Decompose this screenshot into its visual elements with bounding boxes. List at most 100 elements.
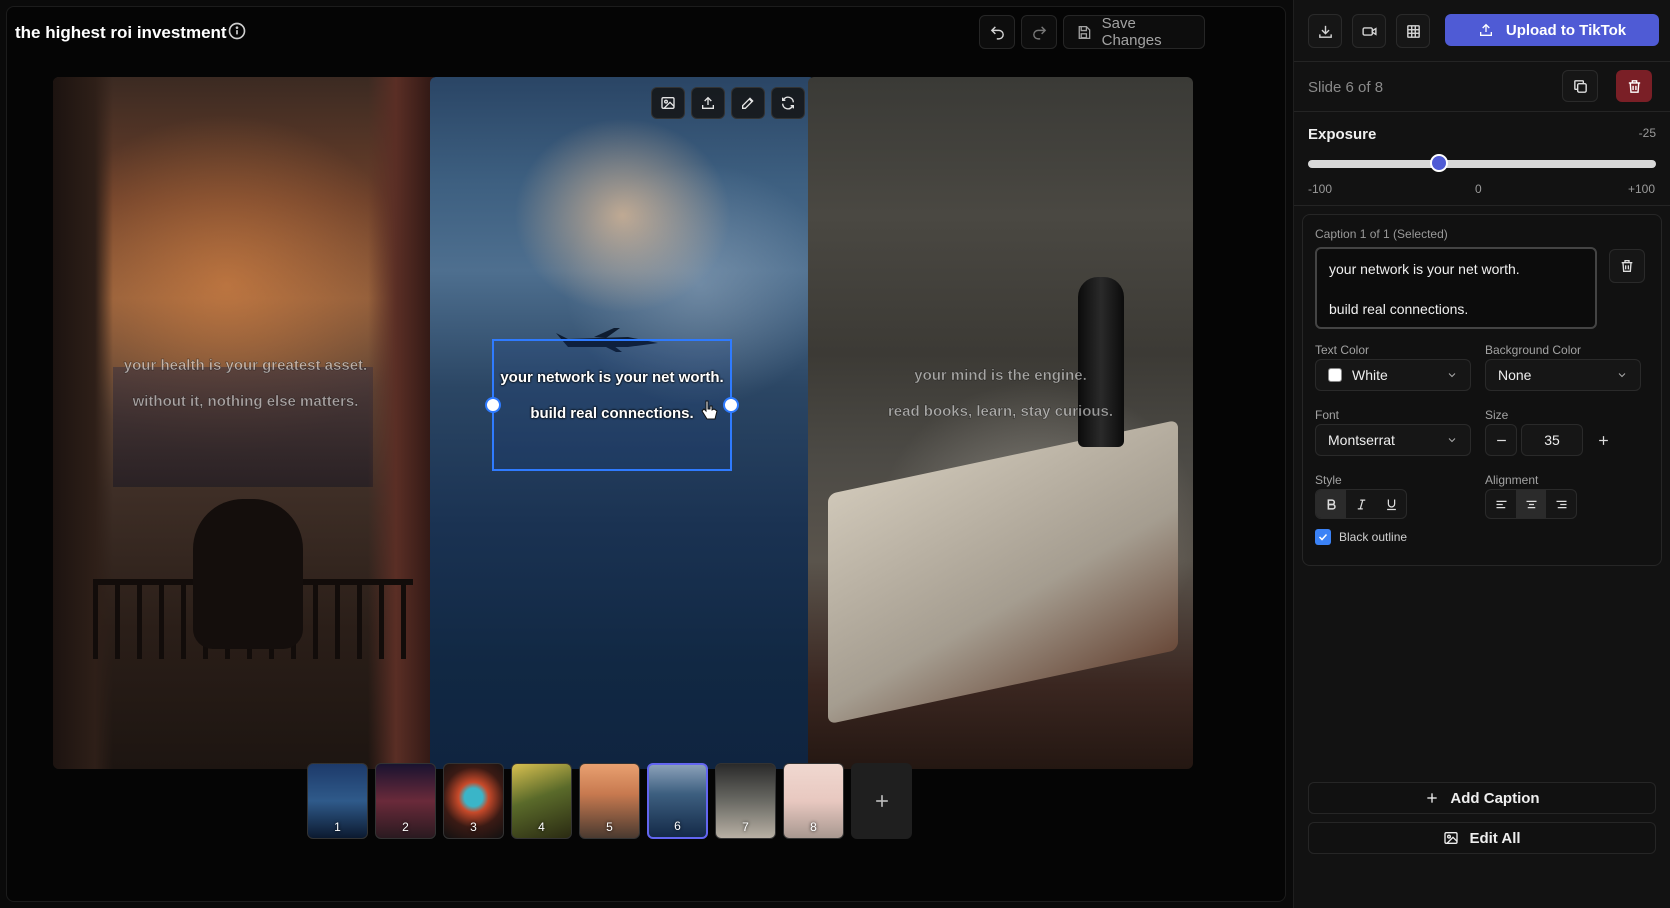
caption-line-2: without it, nothing else matters. bbox=[132, 393, 359, 411]
image-edit-icon bbox=[1444, 832, 1459, 844]
slide-thumbnails: 1 2 3 4 5 6 7 8 bbox=[307, 763, 912, 839]
info-icon[interactable] bbox=[227, 21, 247, 41]
download-icon bbox=[1318, 25, 1332, 38]
video-button[interactable] bbox=[1352, 14, 1386, 48]
caption-header: Caption 1 of 1 (Selected) bbox=[1315, 227, 1448, 241]
thumbnail-number: 3 bbox=[470, 820, 477, 834]
minus-icon bbox=[1496, 439, 1506, 441]
curtain-left bbox=[53, 77, 113, 769]
edit-slide-button[interactable] bbox=[731, 87, 765, 119]
align-left-icon bbox=[1496, 500, 1506, 508]
save-icon bbox=[1078, 25, 1091, 39]
upload-to-tiktok-button[interactable]: Upload to TikTok bbox=[1445, 14, 1659, 46]
exposure-value: -25 bbox=[1638, 126, 1656, 140]
black-outline-option[interactable]: Black outline bbox=[1315, 529, 1407, 545]
slide-caption[interactable]: your health is your greatest asset. with… bbox=[53, 357, 438, 411]
undo-button[interactable] bbox=[979, 15, 1015, 49]
thumbnail-number: 1 bbox=[334, 820, 341, 834]
size-input[interactable]: 35 bbox=[1521, 424, 1583, 456]
thumbnail-number: 5 bbox=[606, 820, 613, 834]
regenerate-button[interactable] bbox=[771, 87, 805, 119]
thumbnail-4[interactable]: 4 bbox=[511, 763, 572, 839]
italic-toggle[interactable] bbox=[1346, 490, 1376, 518]
refresh-icon bbox=[782, 96, 794, 110]
add-caption-label: Add Caption bbox=[1450, 789, 1540, 807]
align-center-toggle[interactable] bbox=[1516, 490, 1546, 518]
alignment-toggle-group bbox=[1485, 489, 1577, 519]
size-increase-button[interactable] bbox=[1587, 424, 1619, 456]
trash-icon bbox=[1621, 260, 1633, 272]
black-outline-checkbox[interactable] bbox=[1315, 529, 1331, 545]
caption-editor: Caption 1 of 1 (Selected) your network i… bbox=[1302, 214, 1662, 566]
background-color-value: None bbox=[1498, 367, 1532, 383]
exposure-slider-thumb[interactable] bbox=[1429, 154, 1448, 172]
font-value: Montserrat bbox=[1328, 432, 1395, 448]
thumbnail-2[interactable]: 2 bbox=[375, 763, 436, 839]
upload-icon bbox=[702, 96, 714, 109]
exposure-min-label: -100 bbox=[1308, 182, 1333, 196]
thumbnail-number: 4 bbox=[538, 820, 545, 834]
thumbnail-3[interactable]: 3 bbox=[443, 763, 504, 839]
slide-caption[interactable]: your network is your net worth. build re… bbox=[494, 341, 730, 423]
thumbnail-1[interactable]: 1 bbox=[307, 763, 368, 839]
add-slide-button[interactable] bbox=[851, 763, 912, 839]
delete-caption-button[interactable] bbox=[1609, 249, 1645, 283]
resize-handle-left[interactable] bbox=[485, 397, 501, 413]
style-label: Style bbox=[1315, 473, 1342, 487]
edit-icon bbox=[742, 97, 754, 109]
thumbnail-number: 7 bbox=[742, 820, 749, 834]
image-icon bbox=[661, 97, 675, 109]
download-button[interactable] bbox=[1308, 14, 1342, 48]
underline-toggle[interactable] bbox=[1376, 490, 1406, 518]
thumbnail-6[interactable]: 6 bbox=[647, 763, 708, 839]
trash-icon bbox=[1628, 79, 1640, 93]
slide-preview-7[interactable]: your mind is the engine. read books, lea… bbox=[808, 77, 1193, 769]
edit-all-button[interactable]: Edit All bbox=[1308, 822, 1656, 854]
size-decrease-button[interactable] bbox=[1485, 424, 1517, 456]
exposure-slider-track[interactable] bbox=[1308, 160, 1656, 168]
chevron-down-icon bbox=[1448, 438, 1456, 443]
editor-canvas: the highest roi investment Save Changes … bbox=[6, 6, 1286, 902]
slide-caption[interactable]: your mind is the engine. read books, lea… bbox=[808, 367, 1193, 421]
chevron-down-icon bbox=[1618, 373, 1626, 378]
delete-slide-button[interactable] bbox=[1616, 70, 1652, 102]
redo-button[interactable] bbox=[1021, 15, 1057, 49]
upload-image-button[interactable] bbox=[691, 87, 725, 119]
grid-view-button[interactable] bbox=[1396, 14, 1430, 48]
curtain-right bbox=[368, 77, 438, 769]
resize-handle-right[interactable] bbox=[723, 397, 739, 413]
save-changes-label: Save Changes bbox=[1101, 15, 1162, 49]
duplicate-slide-button[interactable] bbox=[1562, 70, 1598, 102]
align-right-toggle[interactable] bbox=[1546, 490, 1576, 518]
style-toggle-group bbox=[1315, 489, 1407, 519]
slide-preview-active[interactable]: your network is your net worth. build re… bbox=[430, 77, 815, 769]
background-color-select[interactable]: None bbox=[1485, 359, 1641, 391]
slide-preview-5[interactable]: your health is your greatest asset. with… bbox=[53, 77, 438, 769]
replace-image-button[interactable] bbox=[651, 87, 685, 119]
bold-toggle[interactable] bbox=[1316, 490, 1346, 518]
thumbnail-8[interactable]: 8 bbox=[783, 763, 844, 839]
selected-caption-box[interactable]: your network is your net worth. build re… bbox=[485, 339, 739, 471]
text-color-select[interactable]: White bbox=[1315, 359, 1471, 391]
upload-label: Upload to TikTok bbox=[1505, 21, 1627, 39]
save-changes-button[interactable]: Save Changes bbox=[1063, 15, 1205, 49]
text-color-label: Text Color bbox=[1315, 343, 1370, 357]
font-label: Font bbox=[1315, 408, 1340, 422]
undo-icon bbox=[990, 25, 1004, 40]
add-caption-button[interactable]: Add Caption bbox=[1308, 782, 1656, 814]
font-select[interactable]: Montserrat bbox=[1315, 424, 1471, 456]
upload-icon bbox=[1479, 23, 1492, 36]
background-color-label: Background Color bbox=[1485, 343, 1582, 357]
open-book bbox=[828, 419, 1178, 725]
panel-toolbar: Upload to TikTok bbox=[1294, 0, 1670, 62]
plus-icon bbox=[1598, 435, 1608, 445]
text-color-value: White bbox=[1352, 367, 1388, 383]
caption-textarea[interactable]: your network is your net worth. build re… bbox=[1315, 247, 1597, 329]
thumbnail-5[interactable]: 5 bbox=[579, 763, 640, 839]
caption-line-2: read books, learn, stay curious. bbox=[887, 403, 1114, 421]
slide-info-row: Slide 6 of 8 bbox=[1294, 62, 1670, 112]
thumbnail-7[interactable]: 7 bbox=[715, 763, 776, 839]
properties-panel: Upload to TikTok Slide 6 of 8 Exposure -… bbox=[1293, 0, 1670, 908]
align-left-toggle[interactable] bbox=[1486, 490, 1516, 518]
chess-king bbox=[1078, 277, 1124, 447]
